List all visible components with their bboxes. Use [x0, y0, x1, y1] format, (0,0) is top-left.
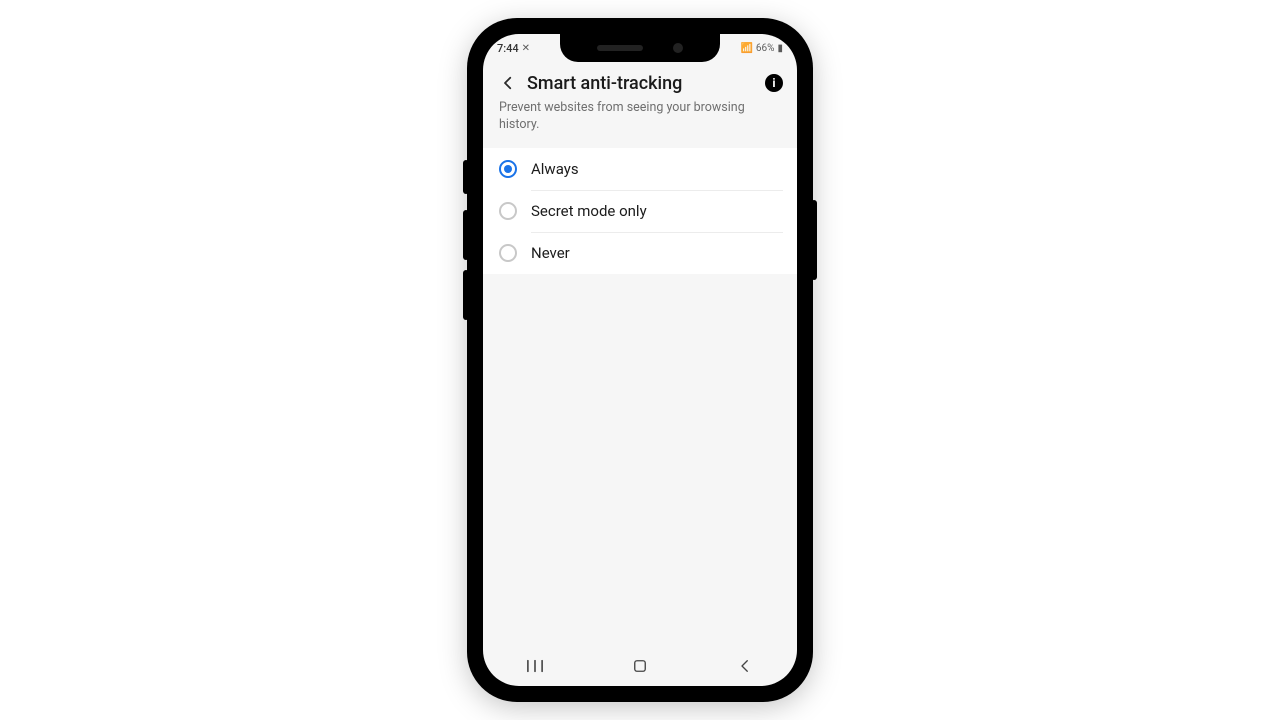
- stage: 7:44 ✕ 📶 66% ▮ Smart anti-tracking: [0, 0, 1280, 720]
- front-camera: [673, 43, 683, 53]
- nav-back-button[interactable]: [725, 655, 765, 677]
- recents-icon: [524, 658, 546, 674]
- status-icon: ✕: [522, 43, 530, 54]
- options-list: Always Secret mode only Never: [483, 148, 797, 274]
- phone-side-button: [463, 210, 469, 260]
- signal-icon: 📶: [740, 43, 752, 54]
- phone-side-button: [463, 270, 469, 320]
- page-description: Prevent websites from seeing your browsi…: [483, 100, 797, 148]
- option-label: Secret mode only: [531, 202, 647, 220]
- status-clock: 7:44: [497, 42, 519, 55]
- home-icon: [631, 657, 649, 675]
- battery-text: 66%: [756, 43, 775, 54]
- phone-frame: 7:44 ✕ 📶 66% ▮ Smart anti-tracking: [469, 20, 811, 700]
- chevron-left-icon: [736, 657, 754, 675]
- battery-icon: ▮: [777, 43, 783, 54]
- option-never[interactable]: Never: [483, 232, 797, 274]
- info-button[interactable]: i: [765, 74, 783, 92]
- phone-side-button: [463, 160, 469, 194]
- page-header: Smart anti-tracking i: [483, 62, 797, 100]
- android-nav-bar: [483, 652, 797, 680]
- radio-icon: [499, 202, 517, 220]
- phone-side-button: [811, 200, 817, 280]
- option-label: Always: [531, 160, 579, 178]
- option-secret-mode-only[interactable]: Secret mode only: [483, 190, 797, 232]
- nav-recents-button[interactable]: [515, 655, 555, 677]
- info-icon: i: [772, 76, 775, 90]
- chevron-left-icon: [499, 74, 517, 92]
- option-label: Never: [531, 244, 570, 262]
- radio-icon: [499, 160, 517, 178]
- back-button[interactable]: [497, 72, 519, 94]
- phone-notch: [560, 34, 720, 62]
- speaker-grill: [597, 45, 643, 51]
- nav-home-button[interactable]: [620, 655, 660, 677]
- option-always[interactable]: Always: [483, 148, 797, 190]
- phone-screen: 7:44 ✕ 📶 66% ▮ Smart anti-tracking: [483, 34, 797, 686]
- page-title: Smart anti-tracking: [527, 73, 757, 94]
- radio-icon: [499, 244, 517, 262]
